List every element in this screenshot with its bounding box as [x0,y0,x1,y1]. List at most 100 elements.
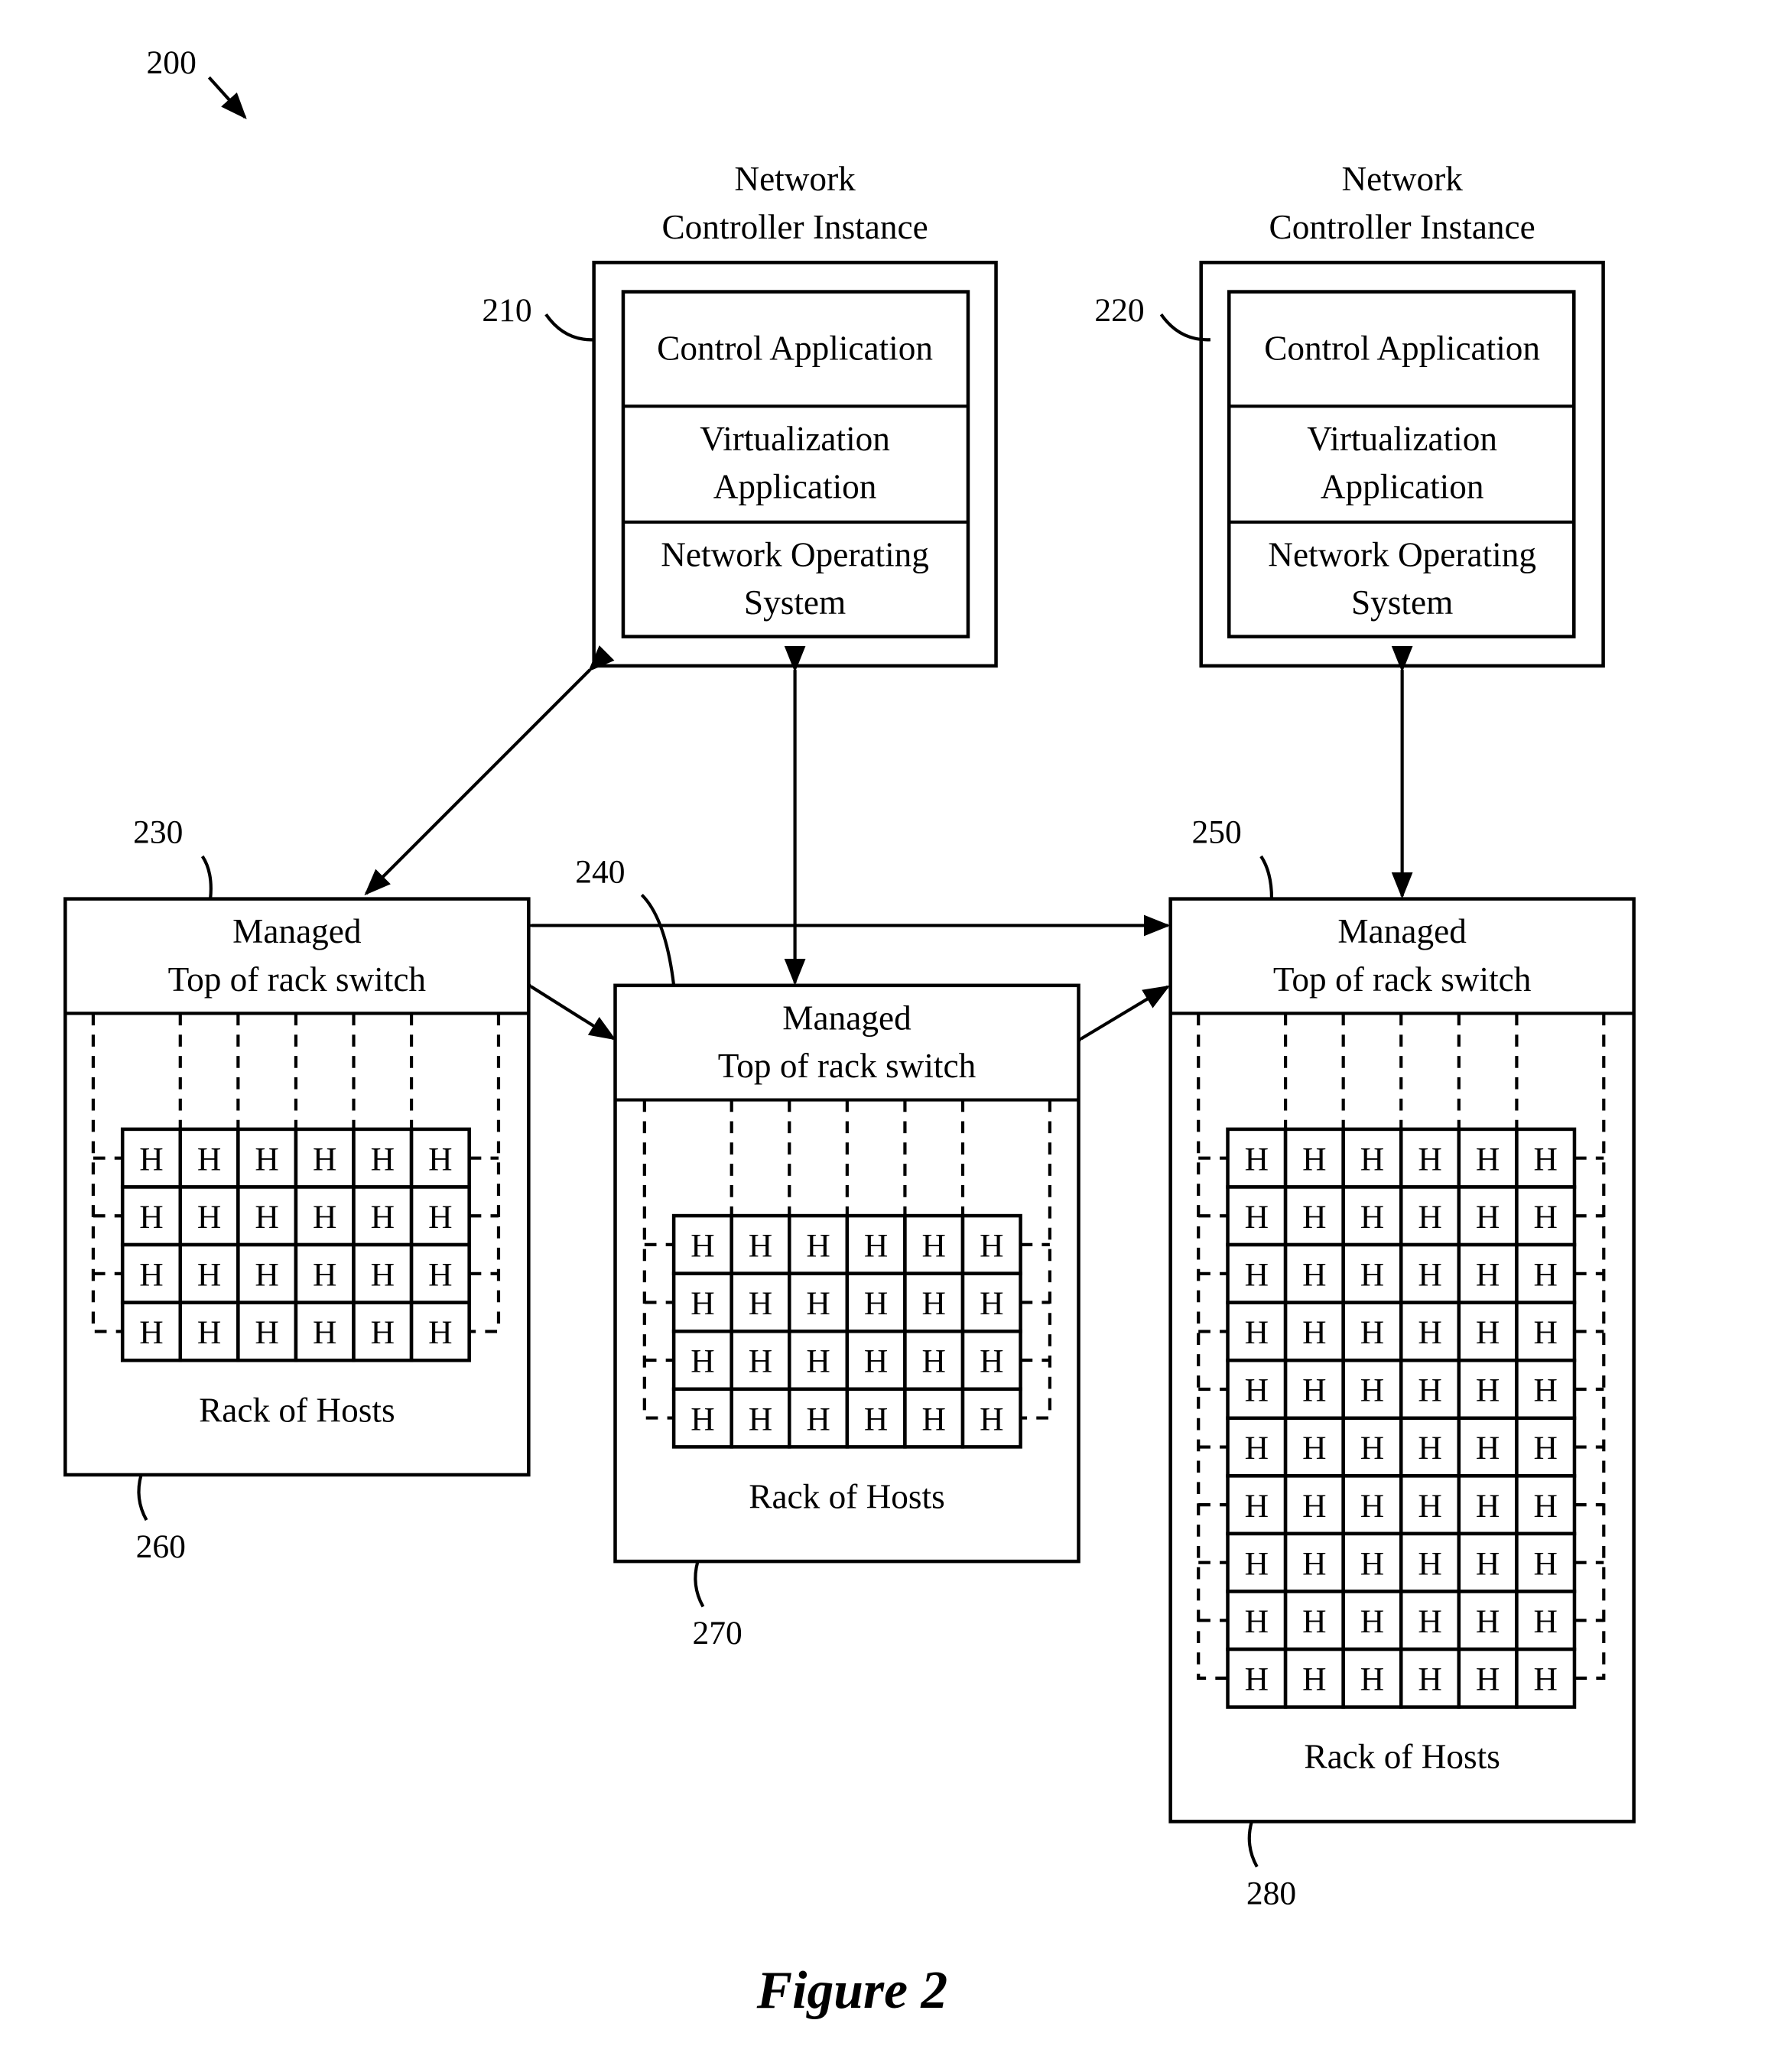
host-label: H [1418,1257,1441,1294]
host-cell: H [178,1242,240,1304]
host-label: H [313,1199,336,1236]
host-label: H [806,1285,830,1322]
host-label: H [1476,1141,1500,1177]
host-label: H [691,1401,714,1437]
host-cell: H [845,1271,907,1333]
host-cell: H [730,1213,791,1275]
host-label: H [197,1257,221,1294]
host-label: H [806,1401,830,1437]
host-cell: H [845,1213,907,1275]
host-cell: H [1399,1590,1461,1651]
host-cell: H [1515,1242,1577,1304]
host-label: H [1245,1661,1269,1698]
host-label: H [691,1228,714,1265]
control-application-layer: Control Application [1264,329,1540,367]
host-cell: H [903,1387,965,1449]
host-cell: H [1226,1531,1288,1593]
host-cell: H [1399,1185,1461,1247]
host-label: H [1533,1257,1557,1294]
host-label: H [1476,1257,1500,1294]
host-cell: H [903,1271,965,1333]
host-cell: H [903,1213,965,1275]
rack-250: ManagedTop of rack switchH H H H H HH H H H H HH H H… [1168,814,1636,1911]
host-cell: H [1399,1358,1461,1421]
host-label: H [371,1257,395,1294]
host-cell: H [903,1329,965,1392]
host-cell: H [1399,1474,1461,1536]
host-cell: H [1226,1185,1288,1247]
host-label: H [1302,1430,1326,1466]
host-cell: H [671,1271,733,1333]
rack-label: Rack of Hosts [199,1391,395,1429]
host-cell: H [1226,1242,1288,1304]
host-cell: H [1515,1531,1577,1593]
host-label: H [255,1314,278,1351]
host-label: H [1533,1199,1557,1236]
host-label: H [1476,1372,1500,1409]
host-cell: H [1283,1127,1345,1189]
host-cell: H [730,1387,791,1449]
host-cell: H [1399,1647,1461,1709]
host-cell: H [120,1127,183,1189]
host-label: H [1302,1661,1326,1698]
host-label: H [1418,1661,1441,1698]
host-label: H [1245,1488,1269,1525]
rack-ref-leader [1247,1820,1259,1868]
host-label: H [1360,1199,1384,1236]
host-label: H [864,1228,888,1265]
host-cell: H [1457,1185,1519,1247]
host-label: H [806,1343,830,1380]
host-label: H [1245,1199,1269,1236]
link-210-230 [364,645,615,896]
host-label: H [139,1141,163,1177]
virtualization-application-layer-line2: Application [1321,467,1484,505]
host-label: H [1360,1545,1384,1582]
host-label: H [1245,1545,1269,1582]
host-cell: H [1341,1590,1403,1651]
control-application-layer: Control Application [657,329,933,367]
host-label: H [1360,1257,1384,1294]
host-label: H [313,1141,336,1177]
host-label: H [1245,1141,1269,1177]
host-cell: H [1341,1358,1403,1421]
switch-ref-leader [640,893,676,986]
switch-label-line2: Top of rack switch [718,1047,976,1085]
controller-ref: 220 [1094,292,1144,329]
figure-ref: 200 [147,44,197,81]
host-label: H [371,1141,395,1177]
virtualization-application-layer: Virtualization [1307,420,1497,458]
switch-ref: 240 [575,854,625,891]
host-cell: H [1226,1590,1288,1651]
host-label: H [1533,1372,1557,1409]
host-cell: H [352,1301,414,1362]
network-os-layer-line2: System [1351,583,1453,622]
host-label: H [1476,1603,1500,1640]
network-os-layer: Network Operating [1268,535,1536,573]
host-label: H [1418,1430,1441,1466]
virtualization-application-layer: Virtualization [700,420,890,458]
link-230-240 [505,965,616,1041]
rack-ref: 260 [136,1528,186,1565]
host-cell: H [960,1387,1022,1449]
figure-ref-arrow [207,76,247,120]
host-cell: H [236,1127,298,1189]
switch-label: Managed [1337,912,1467,950]
host-label: H [921,1401,945,1437]
host-label: H [313,1314,336,1351]
host-cell: H [1515,1647,1577,1709]
host-cell: H [788,1213,850,1275]
host-label: H [1302,1257,1326,1294]
host-cell: H [1515,1185,1577,1247]
rack-ref: 280 [1246,1875,1296,1911]
host-cell: H [1515,1301,1577,1362]
host-label: H [1418,1141,1441,1177]
host-label: H [1302,1545,1326,1582]
host-cell: H [236,1301,298,1362]
link-240-250 [1054,985,1171,1060]
network-diagram: 200 Network Controller Instance Control … [63,44,1636,2020]
host-label: H [749,1401,772,1437]
host-label: H [1418,1603,1441,1640]
host-label: H [980,1285,1003,1322]
host-label: H [1476,1661,1500,1698]
host-cell: H [409,1185,471,1247]
